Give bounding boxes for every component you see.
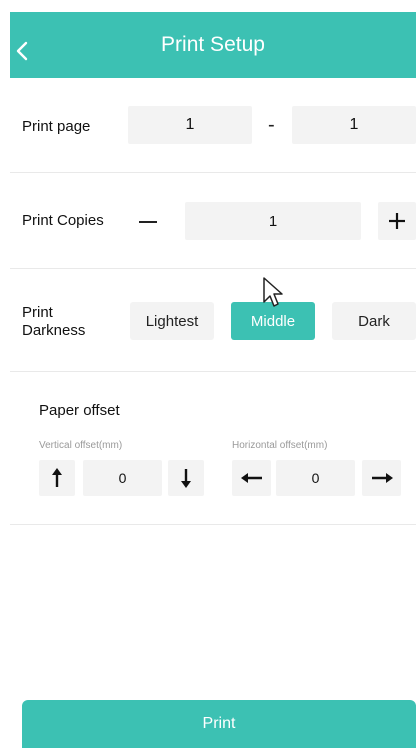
minus-icon <box>139 221 157 223</box>
mouse-cursor-icon <box>263 277 283 307</box>
vertical-offset-label: Vertical offset(mm) <box>39 440 123 451</box>
arrow-right-icon <box>371 473 393 483</box>
chevron-left-icon <box>16 41 28 61</box>
offset-left-button[interactable] <box>232 460 271 496</box>
copies-input[interactable]: 1 <box>185 202 361 240</box>
horizontal-offset-label: Horizontal offset(mm) <box>232 440 328 451</box>
darkness-option-dark[interactable]: Dark <box>332 302 416 340</box>
paper-offset-title: Paper offset <box>39 402 120 419</box>
offset-up-button[interactable] <box>39 460 75 496</box>
horizontal-offset-input[interactable]: 0 <box>276 460 355 496</box>
plus-icon <box>389 213 405 229</box>
divider <box>10 268 416 269</box>
vertical-offset-input[interactable]: 0 <box>83 460 162 496</box>
page-title: Print Setup <box>161 33 265 56</box>
decrease-copies-button[interactable] <box>132 208 164 236</box>
back-button[interactable] <box>10 38 36 64</box>
header-bar: Print Setup <box>10 12 416 78</box>
darkness-option-lightest[interactable]: Lightest <box>130 302 214 340</box>
arrow-down-icon <box>181 469 191 488</box>
print-page-to-input[interactable]: 1 <box>292 106 416 144</box>
page-range-separator: - <box>268 114 275 136</box>
arrow-left-icon <box>240 473 262 483</box>
divider <box>10 524 416 525</box>
print-copies-label: Print Copies <box>22 212 104 229</box>
offset-down-button[interactable] <box>168 460 204 496</box>
print-button[interactable]: Print <box>22 700 416 748</box>
divider <box>10 371 416 372</box>
print-page-from-input[interactable]: 1 <box>128 106 252 144</box>
print-page-label: Print page <box>22 118 91 135</box>
offset-right-button[interactable] <box>362 460 401 496</box>
arrow-up-icon <box>52 468 62 487</box>
print-darkness-label: Print Darkness <box>22 304 86 339</box>
divider <box>10 172 416 173</box>
increase-copies-button[interactable] <box>378 202 416 240</box>
